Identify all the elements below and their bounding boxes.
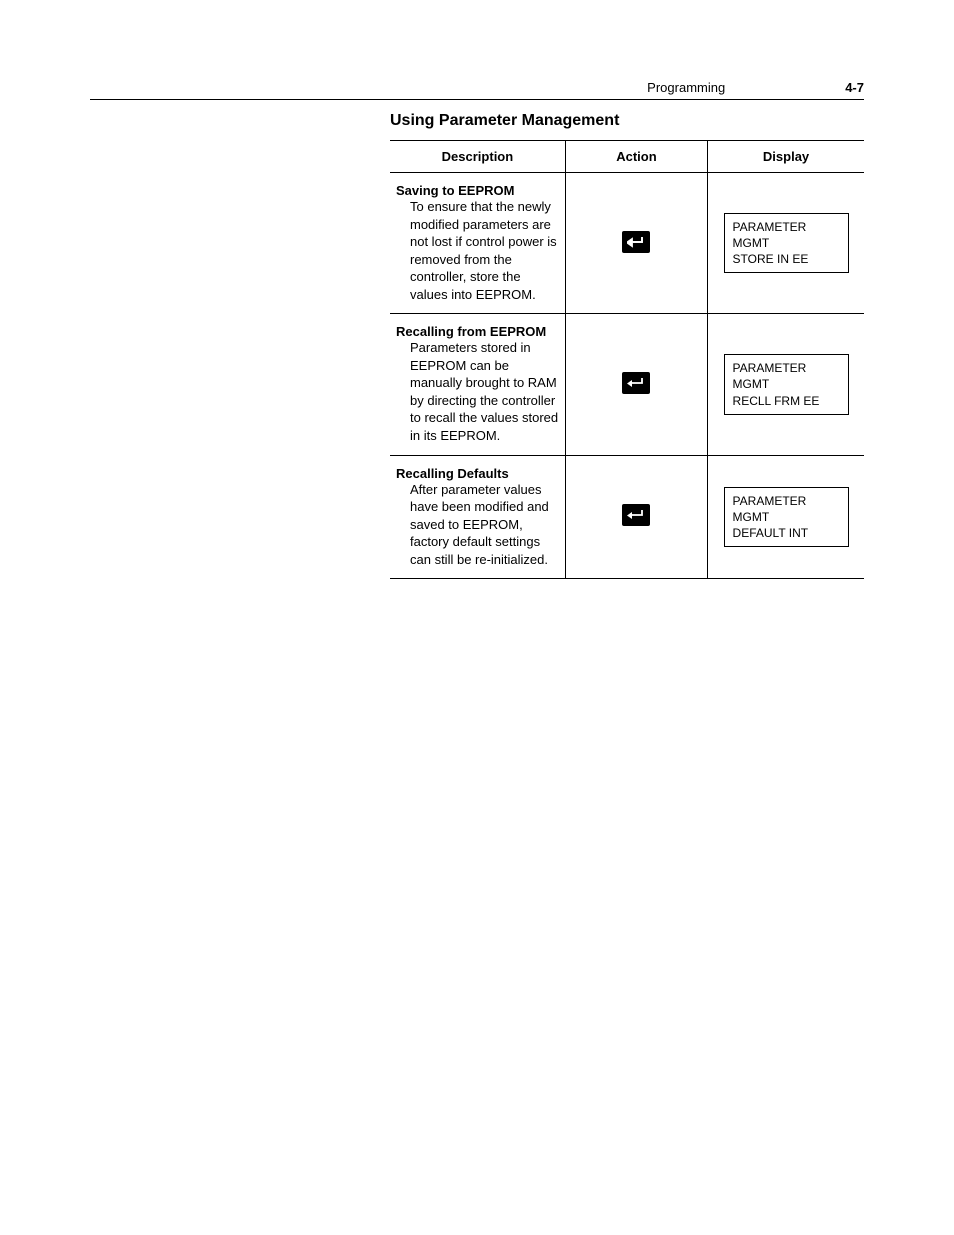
section-title: Using Parameter Management: [390, 112, 864, 130]
parameter-table: Description Action Display Saving to EEP…: [390, 140, 864, 579]
lcd-line2: RECLL FRM EE: [733, 393, 840, 409]
table-row: Saving to EEPROM To ensure that the newl…: [390, 173, 864, 314]
column-header-description: Description: [390, 141, 565, 173]
row-title: Saving to EEPROM: [396, 183, 559, 198]
header-section: Programming: [647, 80, 725, 95]
enter-key-icon: [622, 231, 650, 253]
enter-key-icon: [622, 372, 650, 394]
column-header-display: Display: [708, 141, 864, 173]
table-row: Recalling Defaults After parameter value…: [390, 455, 864, 579]
row-text: To ensure that the newly modified parame…: [410, 198, 559, 303]
row-text: After parameter values have been modifie…: [410, 481, 559, 569]
row-text: Parameters stored in EEPROM can be manua…: [410, 339, 559, 444]
column-header-action: Action: [565, 141, 707, 173]
lcd-line1: PARAMETER MGMT: [733, 219, 840, 251]
lcd-line2: DEFAULT INT: [733, 525, 840, 541]
table-row: Recalling from EEPROM Parameters stored …: [390, 314, 864, 455]
page-number: 4-7: [845, 80, 864, 95]
lcd-display: PARAMETER MGMT RECLL FRM EE: [724, 354, 849, 415]
page-header: Programming 4-7: [90, 80, 864, 100]
lcd-line1: PARAMETER MGMT: [733, 360, 840, 392]
lcd-display: PARAMETER MGMT STORE IN EE: [724, 213, 849, 274]
enter-key-icon: [622, 504, 650, 526]
lcd-line2: STORE IN EE: [733, 251, 840, 267]
row-title: Recalling Defaults: [396, 466, 559, 481]
row-title: Recalling from EEPROM: [396, 324, 559, 339]
lcd-display: PARAMETER MGMT DEFAULT INT: [724, 487, 849, 548]
lcd-line1: PARAMETER MGMT: [733, 493, 840, 525]
